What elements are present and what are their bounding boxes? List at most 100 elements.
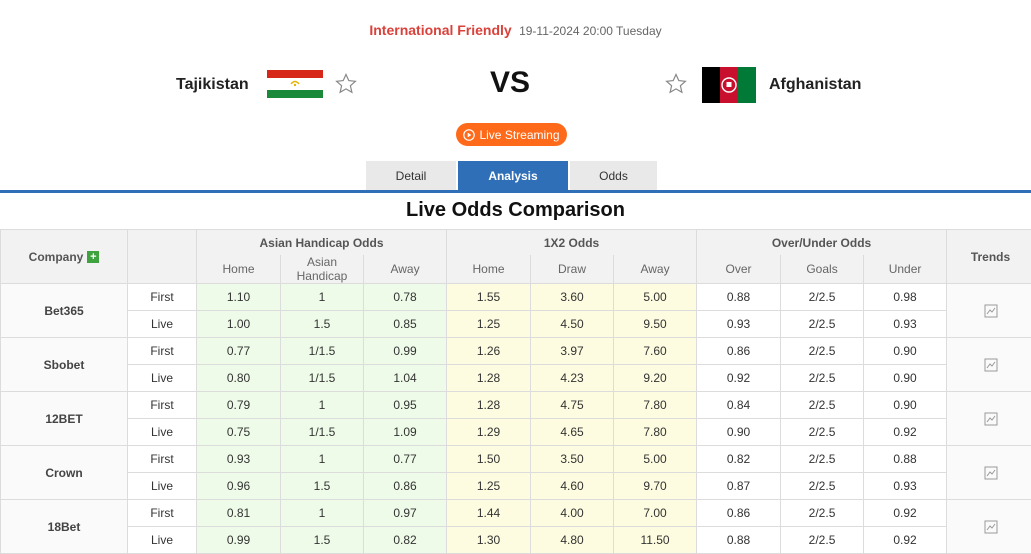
odds-cell[interactable]: 0.84	[697, 392, 781, 419]
tab-analysis[interactable]: Analysis	[458, 161, 568, 190]
company-name[interactable]: 12BET	[1, 392, 128, 446]
odds-cell[interactable]: 4.65	[531, 419, 614, 446]
odds-cell[interactable]: 0.77	[364, 446, 447, 473]
tab-odds[interactable]: Odds	[570, 161, 657, 190]
company-name[interactable]: Bet365	[1, 284, 128, 338]
odds-cell[interactable]: 0.86	[697, 338, 781, 365]
odds-cell[interactable]: 9.70	[614, 473, 697, 500]
odds-cell[interactable]: 1.55	[447, 284, 531, 311]
trends-button[interactable]	[947, 338, 1031, 392]
odds-cell[interactable]: 0.93	[697, 311, 781, 338]
odds-cell[interactable]: 1	[281, 284, 364, 311]
odds-cell[interactable]: 1.5	[281, 473, 364, 500]
odds-cell[interactable]: 1.25	[447, 311, 531, 338]
odds-cell[interactable]: 2/2.5	[781, 284, 864, 311]
odds-cell[interactable]: 4.75	[531, 392, 614, 419]
odds-cell[interactable]: 3.97	[531, 338, 614, 365]
odds-cell[interactable]: 1.04	[364, 365, 447, 392]
odds-cell[interactable]: 1.28	[447, 365, 531, 392]
odds-cell[interactable]: 0.97	[364, 500, 447, 527]
add-company-plus-icon[interactable]: +	[87, 251, 99, 263]
league-name[interactable]: International Friendly	[369, 22, 511, 38]
odds-cell[interactable]: 0.90	[864, 392, 947, 419]
odds-cell[interactable]: 0.93	[197, 446, 281, 473]
odds-cell[interactable]: 0.90	[697, 419, 781, 446]
odds-cell[interactable]: 1.50	[447, 446, 531, 473]
odds-cell[interactable]: 0.92	[697, 365, 781, 392]
odds-cell[interactable]: 0.79	[197, 392, 281, 419]
odds-cell[interactable]: 0.78	[364, 284, 447, 311]
odds-cell[interactable]: 0.93	[864, 473, 947, 500]
away-team-name[interactable]: Afghanistan	[769, 76, 861, 94]
odds-cell[interactable]: 1	[281, 500, 364, 527]
odds-cell[interactable]: 7.80	[614, 419, 697, 446]
odds-cell[interactable]: 0.99	[364, 338, 447, 365]
trends-button[interactable]	[947, 446, 1031, 500]
odds-cell[interactable]: 0.95	[364, 392, 447, 419]
odds-cell[interactable]: 0.88	[864, 446, 947, 473]
odds-cell[interactable]: 5.00	[614, 284, 697, 311]
odds-cell[interactable]: 2/2.5	[781, 446, 864, 473]
odds-cell[interactable]: 4.23	[531, 365, 614, 392]
odds-cell[interactable]: 0.77	[197, 338, 281, 365]
home-team-name[interactable]: Tajikistan	[176, 76, 249, 94]
odds-cell[interactable]: 2/2.5	[781, 392, 864, 419]
company-name[interactable]: Sbobet	[1, 338, 128, 392]
odds-cell[interactable]: 2/2.5	[781, 311, 864, 338]
odds-cell[interactable]: 1/1.5	[281, 365, 364, 392]
odds-cell[interactable]: 4.50	[531, 311, 614, 338]
odds-cell[interactable]: 9.50	[614, 311, 697, 338]
odds-cell[interactable]: 3.50	[531, 446, 614, 473]
live-streaming-button[interactable]: Live Streaming	[456, 123, 567, 146]
odds-cell[interactable]: 2/2.5	[781, 473, 864, 500]
odds-cell[interactable]: 1.30	[447, 527, 531, 554]
odds-cell[interactable]: 2/2.5	[781, 365, 864, 392]
odds-cell[interactable]: 0.92	[864, 419, 947, 446]
odds-cell[interactable]: 1.25	[447, 473, 531, 500]
company-name[interactable]: Crown	[1, 446, 128, 500]
tab-detail[interactable]: Detail	[366, 161, 456, 190]
odds-cell[interactable]: 2/2.5	[781, 527, 864, 554]
odds-cell[interactable]: 7.60	[614, 338, 697, 365]
odds-cell[interactable]: 1/1.5	[281, 338, 364, 365]
odds-cell[interactable]: 1/1.5	[281, 419, 364, 446]
odds-cell[interactable]: 1	[281, 392, 364, 419]
odds-cell[interactable]: 5.00	[614, 446, 697, 473]
odds-cell[interactable]: 4.60	[531, 473, 614, 500]
odds-cell[interactable]: 2/2.5	[781, 419, 864, 446]
odds-cell[interactable]: 0.90	[864, 338, 947, 365]
odds-cell[interactable]: 0.90	[864, 365, 947, 392]
odds-cell[interactable]: 1.5	[281, 527, 364, 554]
odds-cell[interactable]: 1.28	[447, 392, 531, 419]
odds-cell[interactable]: 0.99	[197, 527, 281, 554]
odds-cell[interactable]: 11.50	[614, 527, 697, 554]
odds-cell[interactable]: 2/2.5	[781, 338, 864, 365]
odds-cell[interactable]: 0.80	[197, 365, 281, 392]
odds-cell[interactable]: 0.81	[197, 500, 281, 527]
odds-cell[interactable]: 0.87	[697, 473, 781, 500]
odds-cell[interactable]: 1.26	[447, 338, 531, 365]
odds-cell[interactable]: 0.82	[697, 446, 781, 473]
favorite-home-star-icon[interactable]	[334, 72, 358, 96]
odds-cell[interactable]: 1.29	[447, 419, 531, 446]
trends-button[interactable]	[947, 392, 1031, 446]
odds-cell[interactable]: 4.00	[531, 500, 614, 527]
odds-cell[interactable]: 1.44	[447, 500, 531, 527]
favorite-away-star-icon[interactable]	[664, 72, 688, 96]
odds-cell[interactable]: 2/2.5	[781, 500, 864, 527]
odds-cell[interactable]: 7.00	[614, 500, 697, 527]
odds-cell[interactable]: 7.80	[614, 392, 697, 419]
odds-cell[interactable]: 0.98	[864, 284, 947, 311]
odds-cell[interactable]: 0.86	[364, 473, 447, 500]
odds-cell[interactable]: 4.80	[531, 527, 614, 554]
odds-cell[interactable]: 0.86	[697, 500, 781, 527]
odds-cell[interactable]: 0.92	[864, 500, 947, 527]
odds-cell[interactable]: 0.88	[697, 284, 781, 311]
odds-cell[interactable]: 1	[281, 446, 364, 473]
odds-cell[interactable]: 1.09	[364, 419, 447, 446]
odds-cell[interactable]: 1.10	[197, 284, 281, 311]
odds-cell[interactable]: 0.85	[364, 311, 447, 338]
company-name[interactable]: 18Bet	[1, 500, 128, 554]
odds-cell[interactable]: 9.20	[614, 365, 697, 392]
odds-cell[interactable]: 0.88	[697, 527, 781, 554]
